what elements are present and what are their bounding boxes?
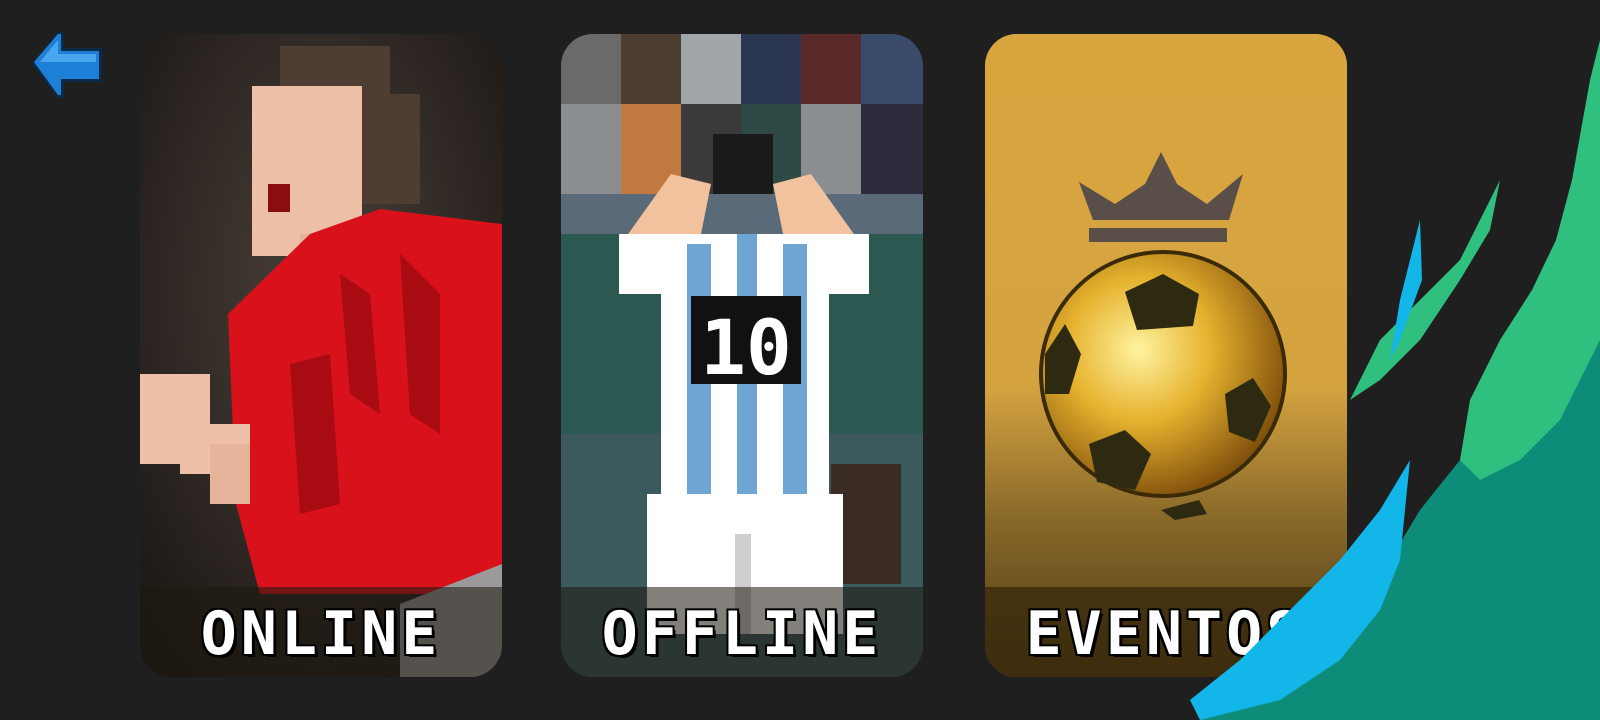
shirt-number: 10 [700, 303, 792, 392]
mode-select-screen: ONLINE 10 OFFLINE EVENTOS [0, 0, 1600, 720]
online-mode-card[interactable]: ONLINE [140, 34, 502, 677]
arrow-left-icon [32, 32, 102, 98]
back-button[interactable] [28, 24, 108, 106]
online-label-bar: ONLINE [140, 587, 502, 677]
offline-label: OFFLINE [601, 599, 883, 669]
red-player-celebrating-icon [140, 34, 502, 677]
online-label: ONLINE [200, 599, 442, 669]
number-10-player-icon: 10 [561, 34, 923, 677]
offline-mode-card[interactable]: 10 OFFLINE [561, 34, 923, 677]
offline-label-bar: OFFLINE [561, 587, 923, 677]
decorative-flame-icon [1190, 40, 1600, 720]
